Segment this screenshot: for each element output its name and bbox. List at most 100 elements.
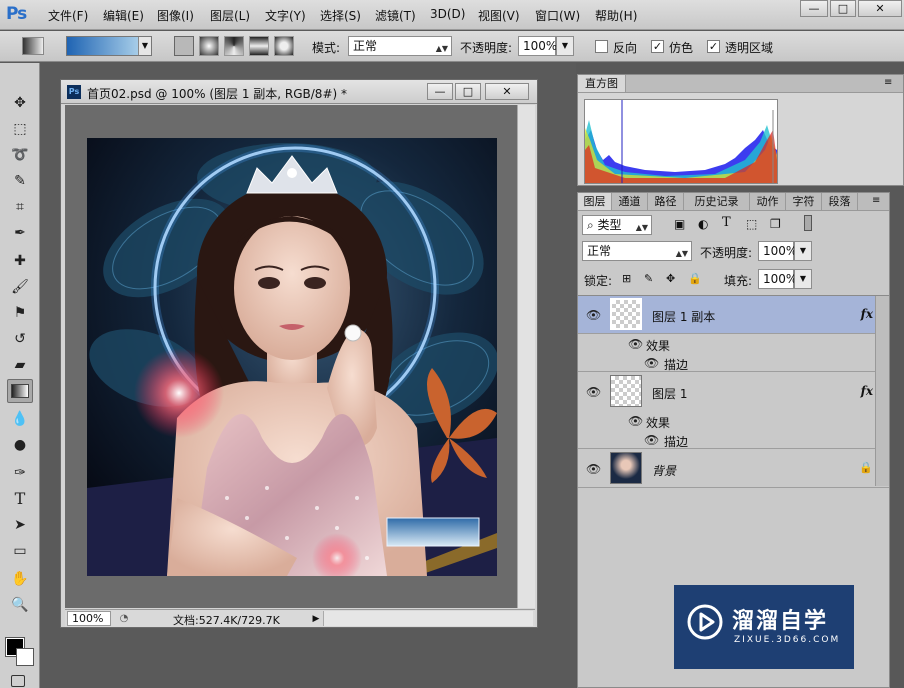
- eyedropper-tool-icon[interactable]: ✒: [7, 221, 33, 245]
- opacity-dropdown-icon[interactable]: ▼: [556, 36, 574, 56]
- document-title-bar[interactable]: Ps 首页02.psd @ 100% (图层 1 副本, RGB/8#) * —…: [61, 80, 537, 104]
- effects-eye-icon[interactable]: 👁: [628, 337, 643, 351]
- vertical-scrollbar[interactable]: [517, 105, 535, 608]
- blend-mode-select[interactable]: 正常 ▲▼: [582, 241, 692, 261]
- app-maximize-button[interactable]: □: [830, 0, 856, 17]
- clone-stamp-tool-icon[interactable]: ⚑: [7, 301, 33, 325]
- menu-help[interactable]: 帮助(H): [595, 7, 637, 24]
- quick-mask-icon[interactable]: [11, 675, 25, 687]
- tab-layers[interactable]: 图层: [578, 193, 612, 210]
- tab-channels[interactable]: 通道: [612, 193, 648, 210]
- lock-transparent-icon[interactable]: ⊞: [622, 272, 631, 285]
- tab-actions[interactable]: 动作: [750, 193, 786, 210]
- marquee-tool-icon[interactable]: ⬚: [7, 117, 33, 141]
- layer-filter-select[interactable]: ⌕ 类型 ▲▼: [582, 215, 652, 235]
- menu-filter[interactable]: 滤镜(T): [375, 7, 416, 24]
- tab-history[interactable]: 历史记录: [684, 193, 750, 210]
- menu-image[interactable]: 图像(I): [157, 7, 194, 24]
- history-brush-tool-icon[interactable]: ↺: [7, 327, 33, 351]
- menu-window[interactable]: 窗口(W): [535, 7, 580, 24]
- layer-name[interactable]: 背景: [652, 462, 676, 479]
- opacity-input[interactable]: 100%: [518, 36, 557, 56]
- visibility-eye-icon[interactable]: 👁: [586, 308, 601, 322]
- status-info-icon[interactable]: ◔: [117, 612, 131, 626]
- status-menu-arrow-icon[interactable]: ▶: [310, 612, 322, 626]
- layer-row-background[interactable]: 👁 背景 🔒: [578, 450, 889, 488]
- radial-gradient-icon[interactable]: [199, 36, 219, 56]
- type-tool-icon[interactable]: T: [7, 487, 33, 511]
- reverse-checkbox[interactable]: [595, 40, 608, 53]
- gradient-dropdown-icon[interactable]: ▼: [138, 37, 151, 55]
- fill-input[interactable]: 100%: [758, 269, 797, 289]
- tab-histogram[interactable]: 直方图: [578, 75, 626, 92]
- filter-adjustment-icon[interactable]: ◐: [698, 217, 708, 231]
- layer-name[interactable]: 图层 1 副本: [652, 308, 715, 325]
- app-minimize-button[interactable]: —: [800, 0, 828, 17]
- filter-shape-icon[interactable]: ⬚: [746, 217, 757, 231]
- visibility-eye-icon[interactable]: 👁: [586, 385, 601, 399]
- reflected-gradient-icon[interactable]: [249, 36, 269, 56]
- doc-maximize-button[interactable]: □: [455, 83, 481, 100]
- lock-position-icon[interactable]: ✥: [666, 272, 675, 285]
- doc-minimize-button[interactable]: —: [427, 83, 453, 100]
- layer-opacity-dropdown-icon[interactable]: ▼: [794, 241, 812, 261]
- zoom-field[interactable]: 100%: [67, 611, 111, 626]
- menu-layer[interactable]: 图层(L): [210, 7, 250, 24]
- move-tool-icon[interactable]: ✥: [7, 91, 33, 115]
- mode-select[interactable]: 正常 ▲▼: [348, 36, 452, 56]
- gradient-tool-icon[interactable]: [7, 379, 33, 403]
- layer-row-layer1[interactable]: 👁 图层 1 fx: [578, 373, 889, 411]
- fill-dropdown-icon[interactable]: ▼: [794, 269, 812, 289]
- transparency-checkbox[interactable]: ✓: [707, 40, 720, 53]
- menu-edit[interactable]: 编辑(E): [103, 7, 144, 24]
- fx-icon[interactable]: fx: [861, 307, 873, 321]
- background-color-swatch[interactable]: [16, 648, 34, 666]
- doc-close-button[interactable]: ✕: [485, 83, 529, 100]
- filter-smartobject-icon[interactable]: ❐: [770, 217, 781, 231]
- path-select-tool-icon[interactable]: ➤: [7, 513, 33, 537]
- fx-icon[interactable]: fx: [861, 384, 873, 398]
- filter-type-icon[interactable]: T: [722, 215, 731, 230]
- shape-tool-icon[interactable]: ▭: [7, 539, 33, 563]
- layer-row-layer1-copy[interactable]: 👁 图层 1 副本 fx: [578, 296, 889, 334]
- stroke-eye-icon[interactable]: 👁: [644, 433, 659, 447]
- canvas-image[interactable]: [87, 138, 497, 576]
- linear-gradient-icon[interactable]: [174, 36, 194, 56]
- lasso-tool-icon[interactable]: ➰: [7, 143, 33, 167]
- blur-tool-icon[interactable]: 💧: [7, 407, 33, 431]
- tab-paths[interactable]: 路径: [648, 193, 684, 210]
- zoom-tool-icon[interactable]: 🔍: [7, 593, 33, 617]
- diamond-gradient-icon[interactable]: [274, 36, 294, 56]
- app-close-button[interactable]: ✕: [858, 0, 902, 17]
- layers-menu-icon[interactable]: ≡: [872, 195, 880, 206]
- tab-character[interactable]: 字符: [786, 193, 822, 210]
- menu-3d[interactable]: 3D(D): [430, 7, 465, 21]
- crop-tool-icon[interactable]: ⌗: [7, 195, 33, 219]
- tab-paragraph[interactable]: 段落: [822, 193, 858, 210]
- filter-toggle-switch[interactable]: [804, 215, 812, 231]
- layer-name[interactable]: 图层 1: [652, 385, 687, 402]
- lock-all-icon[interactable]: 🔒: [688, 272, 702, 285]
- eraser-tool-icon[interactable]: ▰: [7, 353, 33, 377]
- lock-image-icon[interactable]: ✎: [644, 272, 653, 285]
- canvas-area[interactable]: [65, 105, 517, 608]
- effects-eye-icon[interactable]: 👁: [628, 414, 643, 428]
- brush-tool-icon[interactable]: 🖌: [7, 275, 33, 299]
- menu-view[interactable]: 视图(V): [478, 7, 520, 24]
- dodge-tool-icon[interactable]: ●: [7, 433, 33, 457]
- filter-pixel-icon[interactable]: ▣: [674, 217, 685, 231]
- layer-opacity-input[interactable]: 100%: [758, 241, 797, 261]
- dither-checkbox[interactable]: ✓: [651, 40, 664, 53]
- visibility-eye-icon[interactable]: 👁: [586, 462, 601, 476]
- angle-gradient-icon[interactable]: [224, 36, 244, 56]
- quick-select-tool-icon[interactable]: ✎: [7, 169, 33, 193]
- gradient-tool-preset-icon[interactable]: [22, 37, 44, 55]
- healing-brush-tool-icon[interactable]: ✚: [7, 249, 33, 273]
- hand-tool-icon[interactable]: ✋: [7, 567, 33, 591]
- panel-menu-icon[interactable]: ≡: [884, 77, 892, 88]
- menu-file[interactable]: 文件(F): [48, 7, 88, 24]
- menu-select[interactable]: 选择(S): [320, 7, 361, 24]
- menu-type[interactable]: 文字(Y): [265, 7, 306, 24]
- pen-tool-icon[interactable]: ✑: [7, 461, 33, 485]
- horizontal-scrollbar[interactable]: [323, 611, 533, 626]
